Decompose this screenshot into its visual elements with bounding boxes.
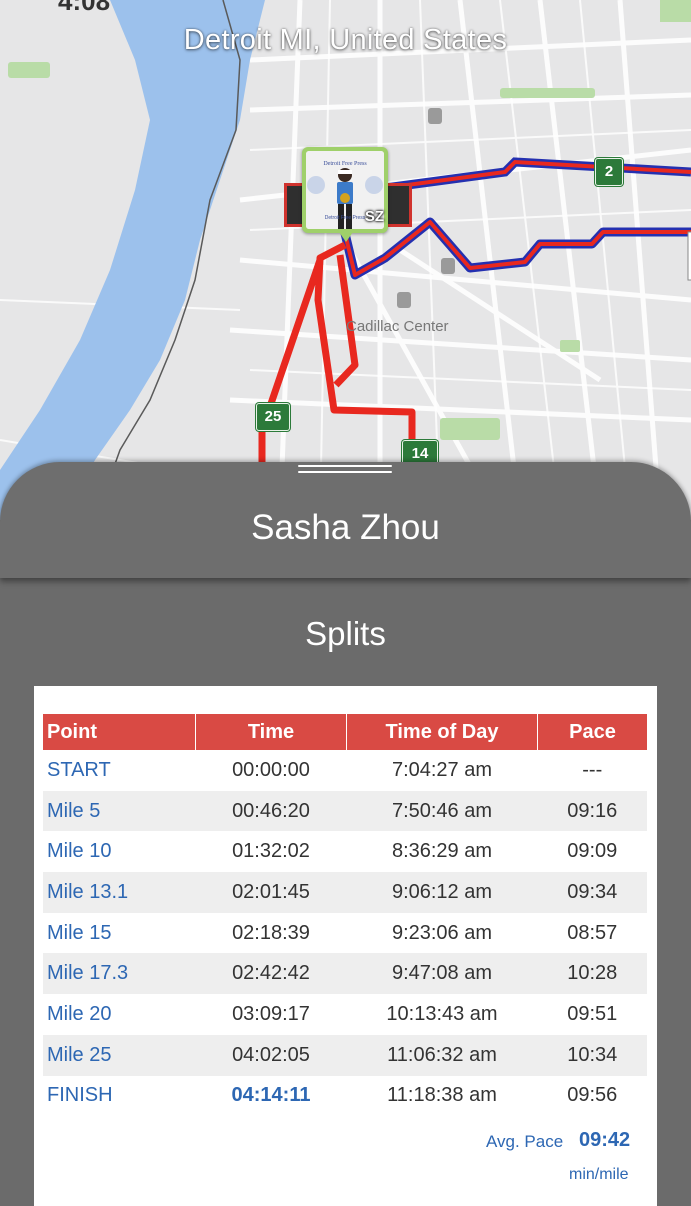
split-row: START 00:00:00 7:04:27 am --- xyxy=(43,750,647,791)
split-time-of-day: 9:23:06 am xyxy=(391,921,493,944)
split-row: Mile 10 01:32:02 8:36:29 am 09:09 xyxy=(43,831,647,872)
split-row: Mile 13.1 02:01:45 9:06:12 am 09:34 xyxy=(43,872,647,913)
location-title: Detroit MI, United States xyxy=(183,24,508,56)
drag-handle-line[interactable] xyxy=(298,465,392,467)
route-map[interactable]: 4:08 Detroit MI, United States Cadillac … xyxy=(0,0,691,520)
split-time-of-day: 9:47:08 am xyxy=(346,953,538,995)
split-time: 00:00:00 xyxy=(232,758,310,781)
split-point-link[interactable]: Mile 25 xyxy=(43,1034,196,1076)
splits-heading: Splits xyxy=(305,615,386,652)
avg-pace-label: Avg. Pace xyxy=(486,1132,564,1151)
split-row: Mile 17.3 02:42:42 9:47:08 am 10:28 xyxy=(43,953,647,995)
split-pace: 10:28 xyxy=(537,953,647,995)
split-row: Mile 5 00:46:20 7:50:46 am 09:16 xyxy=(43,790,647,832)
split-time-of-day: 10:13:43 am xyxy=(386,1002,498,1025)
split-time: 04:02:05 xyxy=(195,1034,347,1076)
pin-tail xyxy=(339,232,353,242)
split-time: 01:32:02 xyxy=(232,840,310,863)
marker-flap-right xyxy=(384,183,412,227)
mile-marker-2[interactable]: 2 xyxy=(595,158,623,186)
split-time-of-day: 11:06:32 am xyxy=(346,1034,538,1076)
split-time: 02:42:42 xyxy=(195,953,347,995)
split-time-of-day: 11:18:38 am xyxy=(387,1084,497,1107)
split-point-link[interactable]: Mile 10 xyxy=(43,831,196,872)
svg-text:Detroit Free Press: Detroit Free Press xyxy=(323,161,367,167)
split-time-of-day: 7:04:27 am xyxy=(391,758,493,781)
status-time: 4:08 xyxy=(58,0,111,16)
split-point-link[interactable]: START xyxy=(43,750,196,791)
runner-location-pin[interactable]: Detroit Free Press Detroit Free Press SZ xyxy=(302,147,388,242)
column-header-time: Time xyxy=(195,714,347,750)
split-pace: 09:51 xyxy=(567,1002,618,1025)
split-pace: 09:09 xyxy=(567,840,618,863)
split-pace: 09:16 xyxy=(537,790,647,832)
map-canvas xyxy=(0,0,691,520)
split-pace: 10:34 xyxy=(537,1034,647,1076)
split-point-link[interactable]: FINISH xyxy=(43,1076,196,1117)
split-pace: 09:34 xyxy=(537,872,647,913)
split-point-link[interactable]: Mile 20 xyxy=(43,994,196,1035)
splits-table: Point Time Time of Day Pace START 00:00:0… xyxy=(43,714,647,1116)
avg-pace-unit: min/mile xyxy=(569,1166,629,1183)
split-point-link[interactable]: Mile 17.3 xyxy=(43,953,196,995)
split-point-link[interactable]: Mile 15 xyxy=(43,913,196,954)
split-point-link[interactable]: Mile 13.1 xyxy=(43,872,196,913)
column-header-pace: Pace xyxy=(537,714,647,750)
split-point-link[interactable]: Mile 5 xyxy=(43,790,196,832)
splits-body: START 00:00:00 7:04:27 am --- Mile 5 00:46:20… xyxy=(43,750,647,1116)
split-time: 02:01:45 xyxy=(195,872,347,913)
column-header-point: Point xyxy=(43,714,196,750)
split-row: Mile 15 02:18:39 9:23:06 am 08:57 xyxy=(43,913,647,954)
avg-pace-value: 09:42 xyxy=(579,1129,631,1151)
splits-header-row: Point Time Time of Day Pace xyxy=(43,714,647,750)
split-row: Mile 25 04:02:05 11:06:32 am 10:34 xyxy=(43,1034,647,1076)
split-time-of-day: 7:50:46 am xyxy=(346,790,538,832)
runner-initials: SZ xyxy=(364,208,384,225)
column-header-time-of-day: Time of Day xyxy=(346,714,538,750)
split-pace: --- xyxy=(582,758,603,781)
split-time: 03:09:17 xyxy=(232,1002,310,1025)
split-time: 02:18:39 xyxy=(232,921,310,944)
split-row: FINISH 04:14:11 11:18:38 am 09:56 xyxy=(43,1076,647,1117)
mile-marker-25[interactable]: 25 xyxy=(256,403,290,431)
runner-name: Sasha Zhou xyxy=(251,508,440,547)
split-pace: 09:56 xyxy=(567,1084,618,1107)
split-time-of-day: 8:36:29 am xyxy=(391,840,493,863)
split-row: Mile 20 03:09:17 10:13:43 am 09:51 xyxy=(43,994,647,1035)
split-time: 04:14:11 xyxy=(231,1084,311,1107)
drag-handle-line[interactable] xyxy=(298,471,392,473)
split-time-of-day: 9:06:12 am xyxy=(346,872,538,913)
split-time: 00:46:20 xyxy=(195,790,347,832)
poi-label-cadillac-center: Cadillac Center xyxy=(346,318,449,335)
svg-text:Detroit Free Press: Detroit Free Press xyxy=(325,215,366,221)
splits-card: Point Time Time of Day Pace START 00:00:0… xyxy=(34,686,657,1206)
split-pace: 08:57 xyxy=(567,921,618,944)
